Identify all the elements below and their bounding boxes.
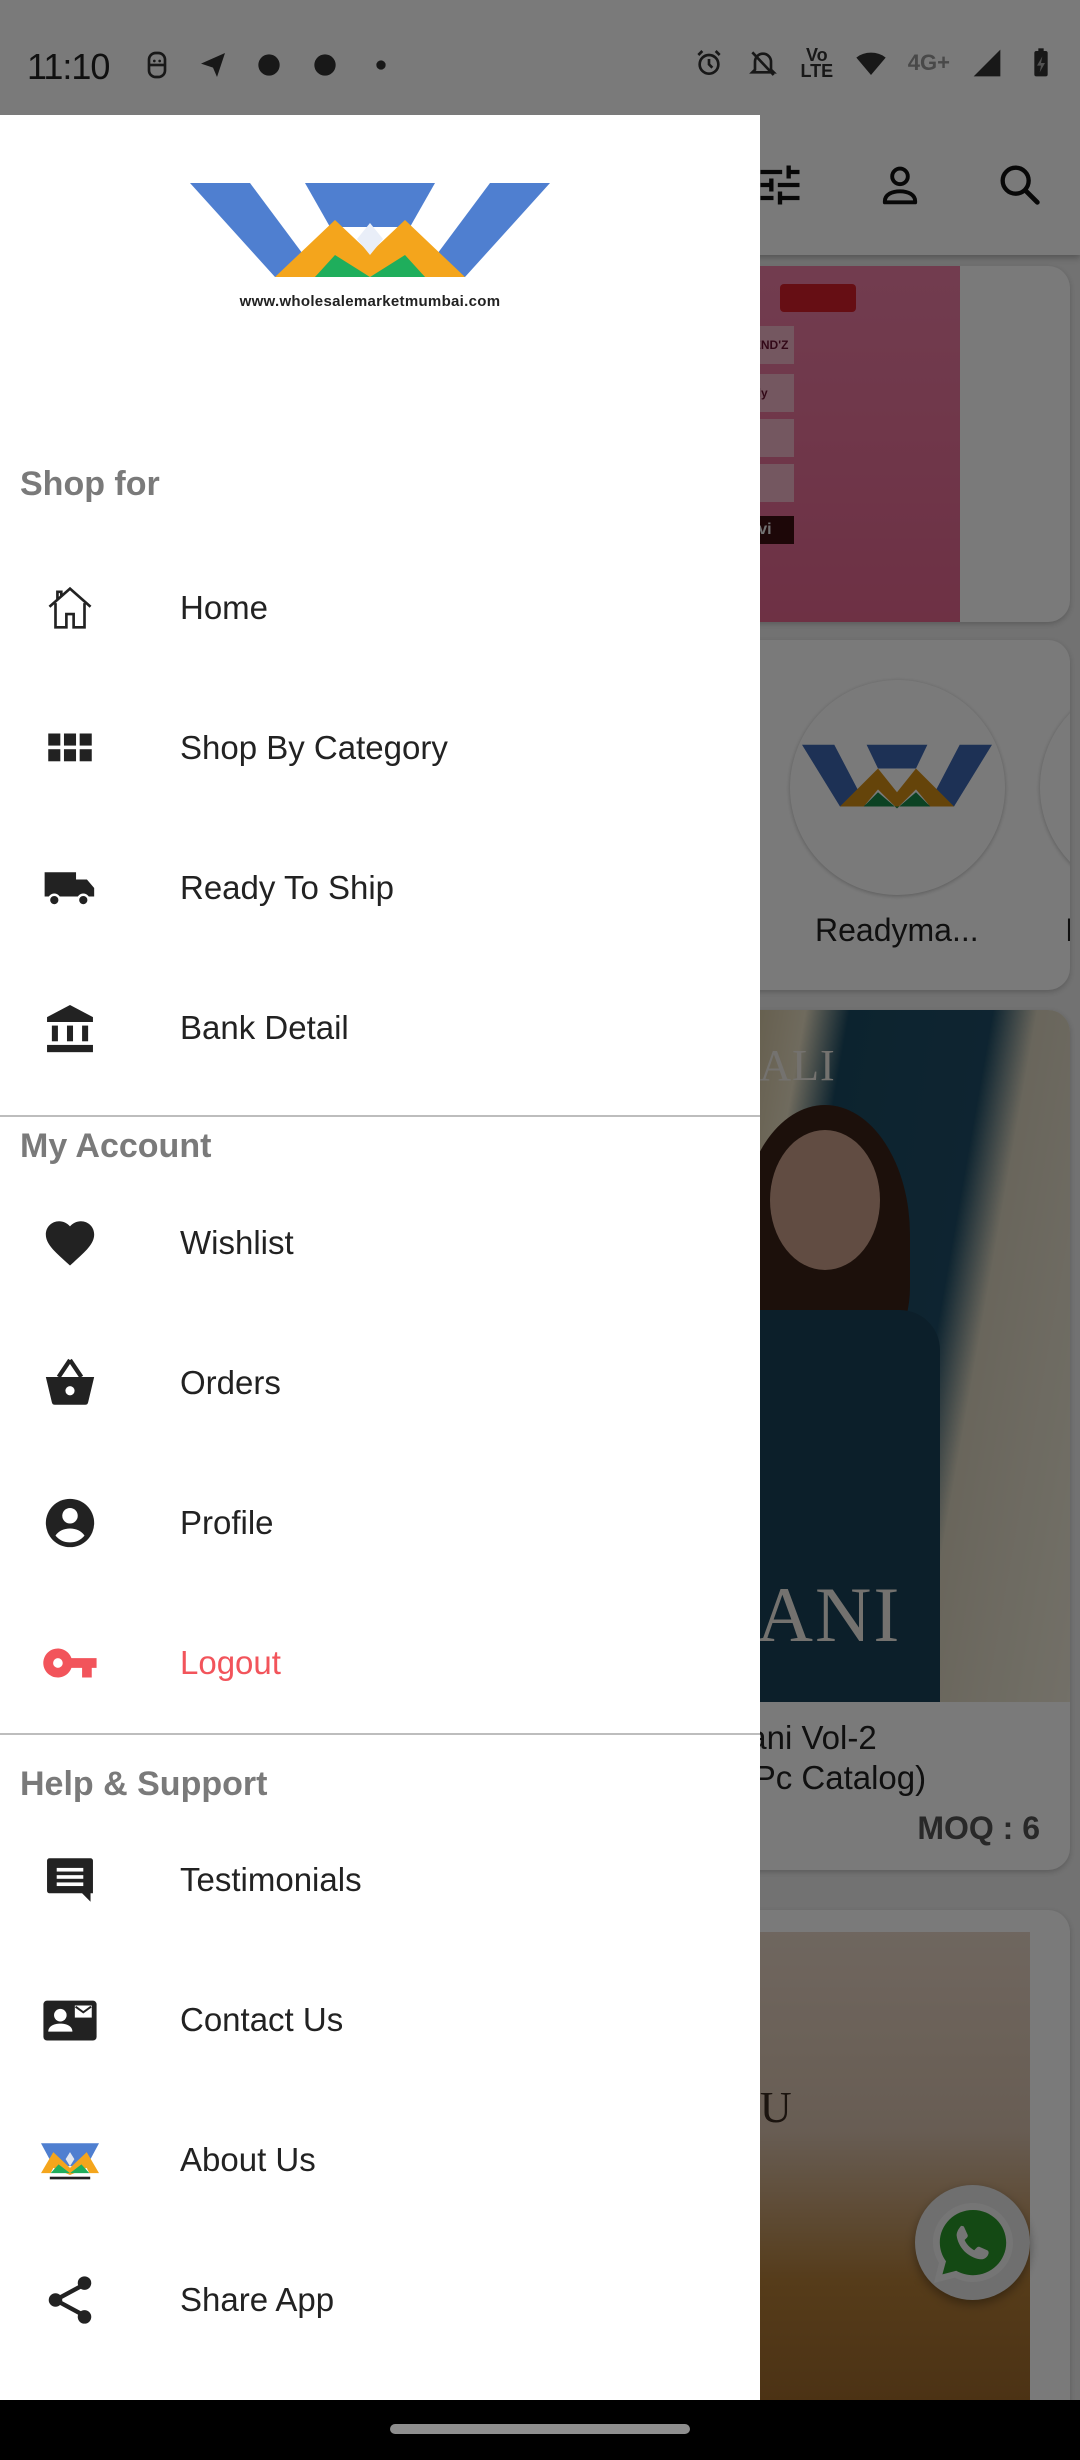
- bank-icon: [38, 996, 102, 1060]
- section-title-my-account: My Account: [20, 1127, 212, 1165]
- system-navigation-bar: [0, 2400, 1080, 2460]
- grid-icon: [38, 716, 102, 780]
- drawer-item-label: Contact Us: [180, 2001, 344, 2038]
- contact-card-icon: [38, 1988, 102, 2052]
- drawer-item-label: Shop By Category: [180, 729, 448, 766]
- drawer-item-testimonials[interactable]: Testimonials: [0, 1820, 760, 1940]
- drawer-logo: www.wholesalemarketmumbai.com: [185, 165, 555, 335]
- drawer-item-label: Bank Detail: [180, 1009, 349, 1046]
- drawer-item-profile[interactable]: Profile: [0, 1463, 760, 1583]
- drawer-item-label: Profile: [180, 1504, 274, 1541]
- section-title-help-support: Help & Support: [20, 1765, 268, 1803]
- drawer-item-share-app[interactable]: Share App: [0, 2240, 760, 2360]
- drawer-item-bank-detail[interactable]: Bank Detail: [0, 968, 760, 1088]
- account-circle-icon: [38, 1491, 102, 1555]
- drawer-item-about-us[interactable]: About Us: [0, 2100, 760, 2220]
- home-gesture-handle[interactable]: [390, 2424, 690, 2434]
- drawer-item-label: Testimonials: [180, 1861, 362, 1898]
- brand-logo-icon: [38, 2128, 102, 2192]
- drawer-item-label: About Us: [180, 2141, 316, 2178]
- drawer-item-label: Orders: [180, 1364, 281, 1401]
- basket-icon: [38, 1351, 102, 1415]
- drawer-item-logout[interactable]: Logout: [0, 1603, 760, 1723]
- drawer-item-contact-us[interactable]: Contact Us: [0, 1960, 760, 2080]
- key-icon: [38, 1631, 102, 1695]
- drawer-item-label: Ready To Ship: [180, 869, 395, 906]
- section-title-shop-for: Shop for: [20, 465, 160, 503]
- drawer-item-orders[interactable]: Orders: [0, 1323, 760, 1443]
- drawer-item-shop-by-category[interactable]: Shop By Category: [0, 688, 760, 808]
- truck-icon: [38, 856, 102, 920]
- drawer-item-label: Wishlist: [180, 1224, 294, 1261]
- navigation-drawer: www.wholesalemarketmumbai.com Shop for H…: [0, 115, 760, 2400]
- heart-icon: [38, 1211, 102, 1275]
- section-divider: [0, 1733, 760, 1735]
- drawer-item-label: Share App: [180, 2281, 335, 2318]
- drawer-item-ready-to-ship[interactable]: Ready To Ship: [0, 828, 760, 948]
- drawer-item-home[interactable]: Home: [0, 548, 760, 668]
- drawer-item-label: Home: [180, 589, 269, 626]
- section-divider: [0, 1115, 760, 1117]
- logo-url-text: www.wholesalemarketmumbai.com: [239, 293, 501, 310]
- chat-icon: [38, 1848, 102, 1912]
- brand-logo-icon: [190, 183, 550, 277]
- share-icon: [38, 2268, 102, 2332]
- home-icon: [38, 576, 102, 640]
- drawer-item-wishlist[interactable]: Wishlist: [0, 1183, 760, 1303]
- drawer-item-label: Logout: [180, 1644, 281, 1681]
